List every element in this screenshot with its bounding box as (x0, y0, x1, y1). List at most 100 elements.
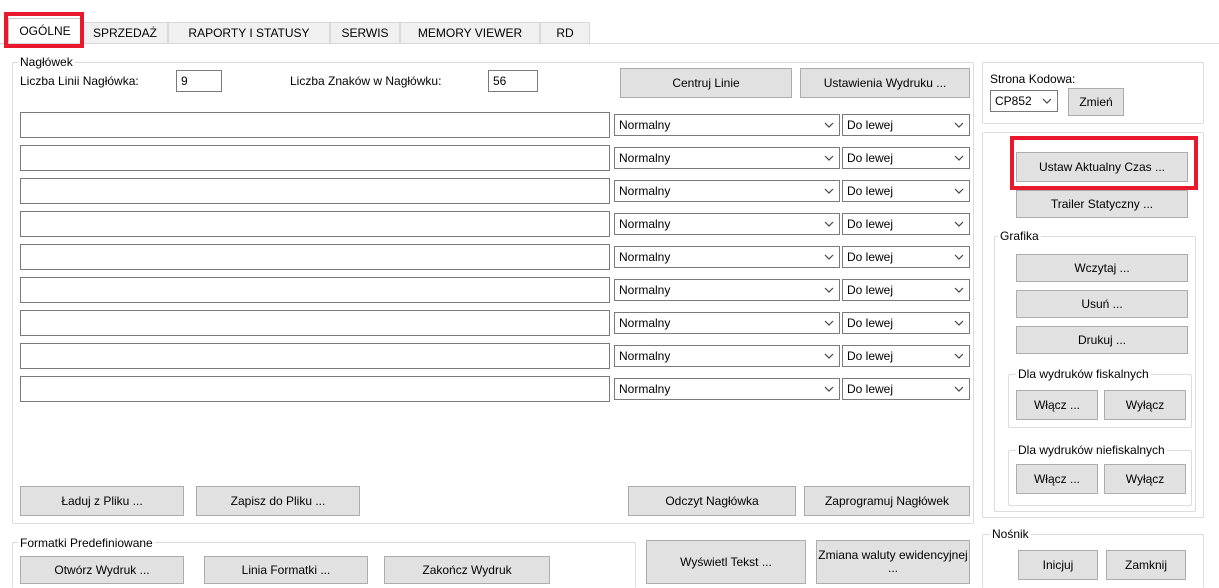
nonfiscal-enable-button[interactable]: Włącz ... (1016, 464, 1098, 494)
media-group-title: Nośnik (990, 527, 1031, 541)
read-header-button[interactable]: Odczyt Nagłówka (628, 486, 796, 516)
load-from-file-button[interactable]: Ładuj z Pliku ... (20, 486, 184, 516)
display-text-button[interactable]: Wyświetl Tekst ... (646, 540, 806, 584)
header-line-input[interactable] (20, 310, 610, 336)
chevron-down-icon (823, 247, 835, 267)
chevron-down-icon (953, 115, 965, 135)
templates-group-title: Formatki Predefiniowane (18, 536, 155, 550)
open-print-button[interactable]: Otwórz Wydruk ... (20, 556, 184, 584)
header-line-align-select[interactable]: Do lewej (842, 378, 970, 400)
save-to-file-button[interactable]: Zapisz do Pliku ... (196, 486, 360, 516)
fiscal-enable-button[interactable]: Włącz ... (1016, 390, 1098, 420)
line-count-label: Liczba Linii Nagłówka: (20, 74, 139, 88)
change-codepage-button[interactable]: Zmień (1068, 88, 1124, 116)
header-line-style-select[interactable]: Normalny (614, 114, 840, 136)
chevron-down-icon (823, 181, 835, 201)
header-line-align-select[interactable]: Do lewej (842, 345, 970, 367)
header-line-style-select[interactable]: Normalny (614, 180, 840, 202)
nonfiscal-group-title: Dla wydruków niefiskalnych (1016, 443, 1167, 457)
fiscal-disable-button[interactable]: Wyłącz (1104, 390, 1186, 420)
align-value: Do lewej (847, 349, 894, 363)
chevron-down-icon (953, 148, 965, 168)
nonfiscal-disable-button[interactable]: Wyłącz (1104, 464, 1186, 494)
header-line-style-select[interactable]: Normalny (614, 345, 840, 367)
header-line-style-select[interactable]: Normalny (614, 213, 840, 235)
codepage-select[interactable]: CP852 (990, 90, 1058, 112)
tab-serwis[interactable]: SERWIS (330, 22, 400, 44)
change-currency-label: Zmiana waluty ewidencyjnej ... (818, 548, 968, 575)
header-line-style-select[interactable]: Normalny (614, 312, 840, 334)
header-line-align-select[interactable]: Do lewej (842, 147, 970, 169)
close-media-button[interactable]: Zamknij (1106, 550, 1186, 580)
header-line-style-select[interactable]: Normalny (614, 378, 840, 400)
highlight-box-set-time (1010, 136, 1198, 190)
style-value: Normalny (619, 316, 671, 330)
chevron-down-icon (953, 280, 965, 300)
header-line-input[interactable] (20, 244, 610, 270)
align-value: Do lewej (847, 217, 894, 231)
print-graphic-button[interactable]: Drukuj ... (1016, 326, 1188, 354)
align-value: Do lewej (847, 151, 894, 165)
style-value: Normalny (619, 283, 671, 297)
tab-raporty-i-statusy[interactable]: RAPORTY I STATUSY (168, 22, 330, 44)
header-line-style-select[interactable]: Normalny (614, 246, 840, 268)
align-value: Do lewej (847, 250, 894, 264)
change-currency-button[interactable]: Zmiana waluty ewidencyjnej ... (816, 540, 970, 584)
header-line-input[interactable] (20, 277, 610, 303)
chevron-down-icon (823, 313, 835, 333)
style-value: Normalny (619, 382, 671, 396)
header-line-input[interactable] (20, 178, 610, 204)
header-line-input[interactable] (20, 145, 610, 171)
style-value: Normalny (619, 151, 671, 165)
header-line-align-select[interactable]: Do lewej (842, 114, 970, 136)
align-value: Do lewej (847, 382, 894, 396)
align-value: Do lewej (847, 316, 894, 330)
header-line-input[interactable] (20, 343, 610, 369)
template-line-button[interactable]: Linia Formatki ... (204, 556, 368, 584)
codepage-label: Strona Kodowa: (990, 72, 1076, 86)
header-line-align-select[interactable]: Do lewej (842, 246, 970, 268)
graphics-group-title: Grafika (998, 229, 1041, 243)
init-media-button[interactable]: Inicjuj (1018, 550, 1098, 580)
header-line-input[interactable] (20, 376, 610, 402)
chevron-down-icon (953, 247, 965, 267)
tab-strip: OGÓLNE SPRZEDAŻ RAPORTY I STATUSY SERWIS… (0, 0, 1219, 44)
header-line-align-select[interactable]: Do lewej (842, 180, 970, 202)
chevron-down-icon (823, 148, 835, 168)
header-group-title: Nagłówek (18, 55, 75, 69)
load-graphic-button[interactable]: Wczytaj ... (1016, 254, 1188, 282)
align-value: Do lewej (847, 118, 894, 132)
chevron-down-icon (823, 346, 835, 366)
header-line-align-select[interactable]: Do lewej (842, 213, 970, 235)
header-line-input[interactable] (20, 112, 610, 138)
chevron-down-icon (953, 379, 965, 399)
codepage-value: CP852 (995, 94, 1032, 108)
line-count-field[interactable]: 9 (176, 70, 222, 92)
style-value: Normalny (619, 184, 671, 198)
tab-sprzedaz[interactable]: SPRZEDAŻ (82, 22, 168, 44)
style-value: Normalny (619, 250, 671, 264)
tab-divider (0, 43, 1219, 44)
center-lines-button[interactable]: Centruj Linie (620, 68, 792, 98)
char-count-label: Liczba Znaków w Nagłówku: (290, 74, 442, 88)
delete-graphic-button[interactable]: Usuń ... (1016, 290, 1188, 318)
chevron-down-icon (953, 346, 965, 366)
chevron-down-icon (1041, 91, 1053, 111)
header-line-style-select[interactable]: Normalny (614, 147, 840, 169)
header-line-style-select[interactable]: Normalny (614, 279, 840, 301)
print-settings-button[interactable]: Ustawienia Wydruku ... (800, 68, 970, 98)
tab-memory-viewer[interactable]: MEMORY VIEWER (400, 22, 540, 44)
style-value: Normalny (619, 118, 671, 132)
chevron-down-icon (823, 214, 835, 234)
header-line-align-select[interactable]: Do lewej (842, 312, 970, 334)
program-header-button[interactable]: Zaprogramuj Nagłówek (804, 486, 970, 516)
static-trailer-button[interactable]: Trailer Statyczny ... (1016, 190, 1188, 218)
header-line-align-select[interactable]: Do lewej (842, 279, 970, 301)
chevron-down-icon (953, 214, 965, 234)
char-count-field[interactable]: 56 (488, 70, 538, 92)
end-print-button[interactable]: Zakończ Wydruk (384, 556, 550, 584)
header-line-input[interactable] (20, 211, 610, 237)
tab-rd[interactable]: RD (540, 22, 590, 44)
chevron-down-icon (953, 181, 965, 201)
display-text-label: Wyświetl Tekst ... (680, 554, 772, 569)
